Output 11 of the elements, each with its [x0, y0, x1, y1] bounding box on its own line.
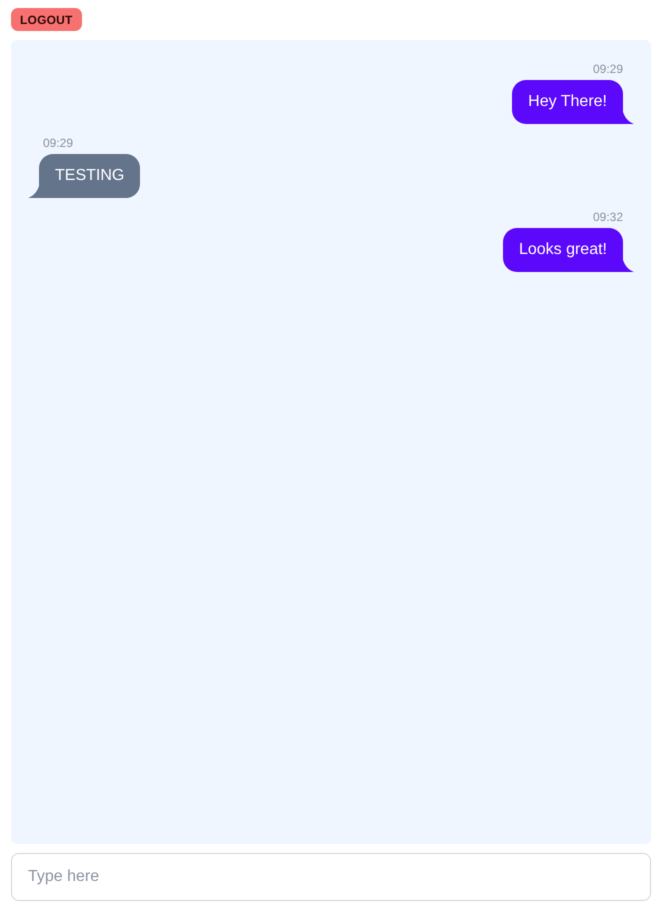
bubble-tail-icon	[623, 260, 634, 272]
message-bubble: Hey There!	[512, 80, 623, 124]
message-bubble: Looks great!	[502, 228, 623, 272]
message-time: 09:29	[592, 62, 623, 76]
bubble-tail-icon	[28, 186, 39, 198]
message-time: 09:29	[43, 136, 74, 150]
message-input[interactable]: Type here	[11, 853, 651, 901]
bubble-tail-icon	[623, 112, 634, 124]
message-bubble: TESTING	[39, 154, 140, 198]
logout-button[interactable]: LOGOUT	[11, 8, 82, 31]
message-time: 09:32	[592, 210, 623, 224]
